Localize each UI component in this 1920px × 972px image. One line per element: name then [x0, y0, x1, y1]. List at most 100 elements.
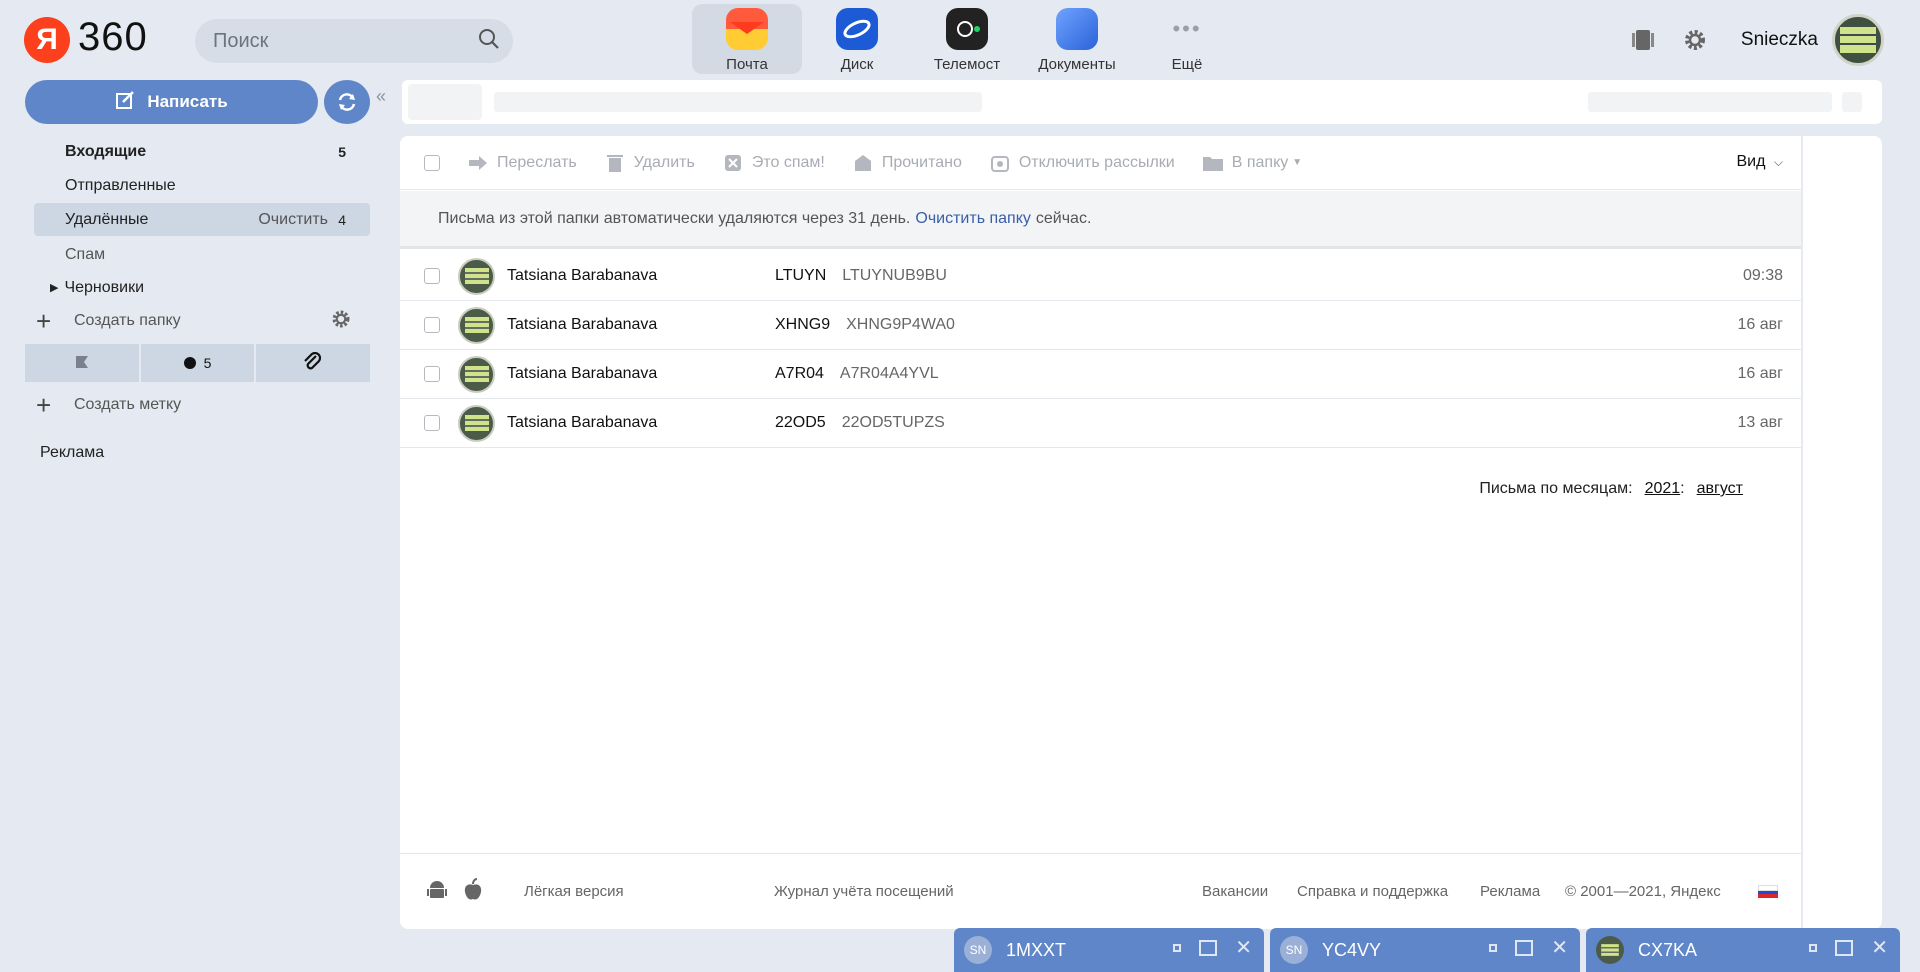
plus-icon: + [36, 306, 52, 336]
flag-filter[interactable] [25, 344, 139, 382]
jobs-link[interactable]: Вакансии [1202, 883, 1268, 900]
maximize-icon[interactable] [1835, 940, 1854, 956]
collapse-sidebar-icon[interactable]: « [376, 86, 386, 107]
open-envelope-icon [853, 154, 873, 172]
ad-banner-placeholder [402, 80, 1882, 124]
message-checkbox[interactable] [424, 366, 440, 382]
compose-tab[interactable]: SN 1MXXT ✕ [954, 928, 1264, 972]
move-to-folder-button[interactable]: В папку ▼ [1202, 154, 1302, 172]
yandex-logo[interactable]: Я [24, 17, 70, 63]
footer: Лёгкая версия Журнал учёта посещений Вак… [400, 853, 1801, 929]
message-checkbox[interactable] [424, 317, 440, 333]
month-link[interactable]: август [1697, 480, 1743, 498]
search-box[interactable] [195, 19, 513, 63]
telemost-app-icon [946, 8, 988, 50]
app-label: Почта [726, 56, 768, 73]
create-folder-label: Создать папку [74, 312, 181, 329]
paperclip-icon [304, 352, 322, 370]
sender-avatar[interactable] [458, 257, 495, 295]
folder-drafts[interactable]: ▶ Черновики [34, 271, 370, 304]
ads-link[interactable]: Реклама [1480, 883, 1540, 900]
close-icon[interactable]: ✕ [1235, 938, 1252, 958]
user-avatar[interactable] [1832, 14, 1884, 66]
header-right: Snieczka [1607, 14, 1884, 66]
folder-label: Удалённые [65, 210, 149, 228]
messages-by-month: Письма по месяцам: 2021 : август [1479, 480, 1743, 498]
create-folder-row[interactable]: + Создать папку [36, 306, 352, 336]
help-link[interactable]: Справка и поддержка [1297, 883, 1448, 900]
attachment-filter[interactable] [256, 344, 371, 382]
search-icon[interactable] [478, 28, 500, 55]
sender-name: Tatsiana Barabanava [507, 414, 658, 431]
sidebar-ads[interactable]: Реклама [40, 444, 104, 462]
app-telemost[interactable]: Телемост [912, 4, 1022, 74]
create-label-row[interactable]: + Создать метку [36, 390, 352, 420]
devices-icon[interactable] [1627, 24, 1659, 56]
delete-button[interactable]: Удалить [605, 154, 695, 172]
search-input[interactable] [213, 29, 478, 53]
trash-icon [605, 154, 625, 172]
mark-read-button[interactable]: Прочитано [853, 154, 962, 172]
app-mail[interactable]: Почта [692, 4, 802, 74]
sender-avatar[interactable] [458, 404, 495, 442]
message-date: 16 авг [1737, 365, 1783, 382]
sender-avatar[interactable] [458, 306, 495, 344]
light-version-link[interactable]: Лёгкая версия [524, 883, 624, 900]
maximize-icon[interactable] [1199, 940, 1218, 956]
refresh-button[interactable] [324, 80, 370, 124]
app-more[interactable]: ••• Ещё [1132, 4, 1242, 74]
message-subject: 22OD5 [775, 414, 826, 431]
app-documents[interactable]: Документы [1022, 4, 1132, 74]
app-disk[interactable]: Диск [802, 4, 912, 74]
select-all-checkbox[interactable] [424, 154, 440, 171]
sender-name: Tatsiana Barabanava [507, 365, 658, 382]
tab-title: 1MXXT [1006, 939, 1067, 960]
view-dropdown[interactable]: Вид ⌵ [1736, 153, 1783, 171]
minimize-icon[interactable] [1809, 944, 1818, 952]
username[interactable]: Snieczka [1741, 29, 1818, 51]
app-label: Телемост [933, 56, 1001, 73]
notice-text: Письма из этой папки автоматически удаля… [438, 209, 911, 227]
maximize-icon[interactable] [1515, 940, 1534, 956]
message-row[interactable]: Tatsiana Barabanava A7R04 A7R04A4YVL 16 а… [400, 350, 1801, 399]
unread-count: 5 [203, 355, 212, 371]
folder-trash[interactable]: Удалённые Очистить 4 [34, 203, 370, 236]
edit-pencil-icon [115, 90, 135, 115]
message-checkbox[interactable] [424, 415, 440, 431]
folder-spam[interactable]: Спам [34, 238, 370, 271]
russian-flag-icon[interactable] [1758, 885, 1778, 899]
settings-gear-icon[interactable] [1679, 24, 1711, 56]
sender-avatar[interactable] [458, 355, 495, 393]
tab-avatar: SN [1280, 936, 1308, 964]
dot-icon [183, 357, 196, 369]
message-checkbox[interactable] [424, 268, 440, 284]
spam-button[interactable]: Это спам! [723, 154, 825, 172]
message-row[interactable]: Tatsiana Barabanava XHNG9 XHNG9P4WA0 16 а… [400, 301, 1801, 350]
app-label: Документы [1038, 56, 1116, 73]
message-row[interactable]: Tatsiana Barabanava 22OD5 22OD5TUPZS 13 а… [400, 399, 1801, 448]
close-icon[interactable]: ✕ [1871, 938, 1888, 958]
folder-inbox[interactable]: Входящие 5 [34, 135, 370, 168]
message-row[interactable]: Tatsiana Barabanava LTUYN LTUYNUB9BU 09:3… [400, 252, 1801, 301]
clear-trash-link[interactable]: Очистить [258, 211, 328, 229]
forward-button[interactable]: Переслать [468, 154, 577, 172]
compose-button[interactable]: Написать [25, 80, 318, 124]
folder-settings-gear-icon[interactable] [330, 308, 352, 335]
folder-sent[interactable]: Отправленные [34, 169, 370, 202]
expand-triangle-icon[interactable]: ▶ [50, 281, 58, 294]
compose-tab[interactable]: SN YC4VY ✕ [1270, 928, 1580, 972]
clear-folder-link[interactable]: Очистить папку [915, 210, 1031, 228]
apple-icon[interactable] [462, 877, 484, 906]
unsubscribe-button[interactable]: Отключить рассылки [990, 154, 1175, 172]
logo-360-text[interactable]: 360 [78, 15, 148, 60]
android-icon[interactable] [426, 879, 448, 905]
close-icon[interactable]: ✕ [1551, 938, 1568, 958]
compose-tab[interactable]: CX7KA ✕ [1586, 928, 1900, 972]
folder-label: Входящие [65, 142, 147, 160]
year-link[interactable]: 2021 [1645, 480, 1681, 498]
visit-log-link[interactable]: Журнал учёта посещений [774, 883, 954, 900]
unread-filter[interactable]: 5 [140, 344, 255, 382]
minimize-icon[interactable] [1489, 944, 1498, 952]
logo-letter: Я [36, 23, 58, 56]
minimize-icon[interactable] [1173, 944, 1182, 952]
